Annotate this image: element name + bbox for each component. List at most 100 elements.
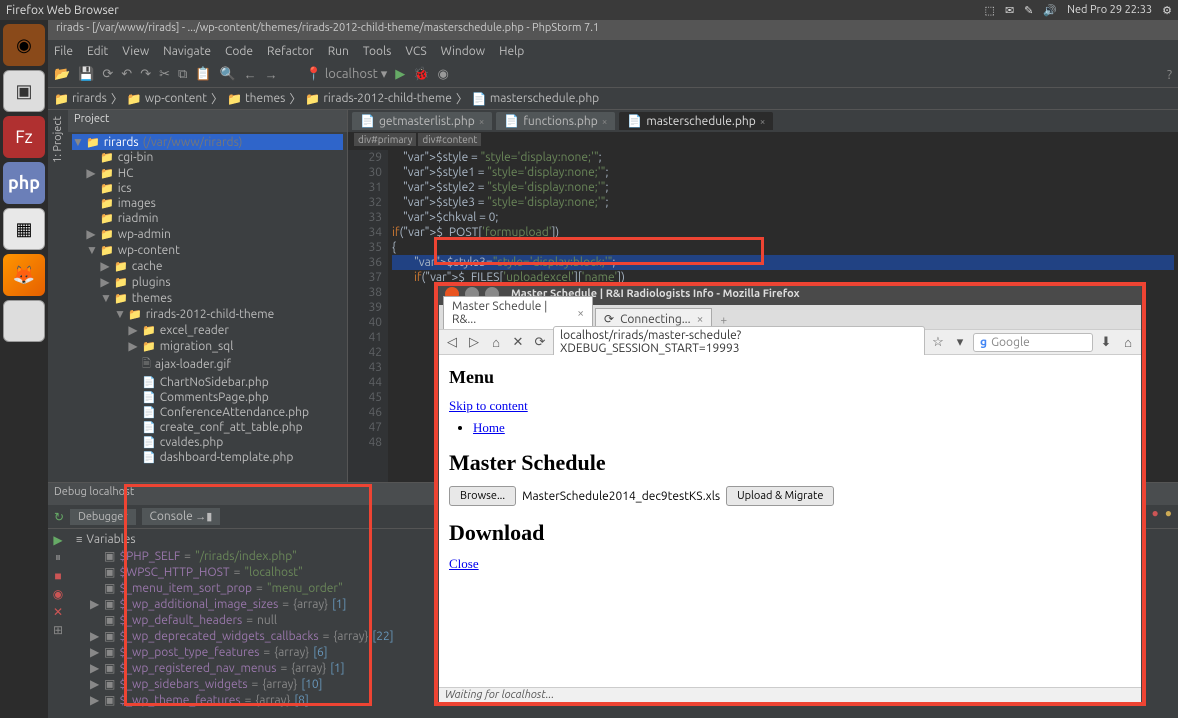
editor-tabs: 📄getmasterlist.php×📄functions.php×📄maste… [348,110,1178,132]
editor-tab[interactable]: 📄getmasterlist.php× [352,112,492,130]
project-tool-tab[interactable]: 1: Project [48,110,68,482]
project-tree[interactable]: ▼📁rirards (/var/www/rirards)📁cgi-bin▶📁HC… [68,132,347,482]
back-icon[interactable]: ← [244,67,257,82]
menu-window[interactable]: Window [441,45,485,58]
editor-tab[interactable]: 📄functions.php× [496,112,615,130]
menu-run[interactable]: Run [328,45,349,58]
tree-item[interactable]: ▼📁themes [72,290,343,306]
menu-refactor[interactable]: Refactor [267,45,314,58]
filezilla-icon[interactable]: Fz [3,116,45,158]
debug-sidebar: ▶ ⏸ ■ ◉ ✕ ⊞ [48,529,68,718]
menu-file[interactable]: File [54,45,73,58]
menu-navigate[interactable]: Navigate [163,45,211,58]
files-icon[interactable]: ▦ [3,208,45,250]
tree-item[interactable]: 📄ConferenceAttendance.php [72,405,343,420]
phpstorm-icon[interactable]: php [3,162,45,204]
firefox-icon[interactable]: 🦊 [3,254,45,296]
breakpoint-icon[interactable]: ● [1152,506,1159,527]
unity-launcher: ◉ ▣ Fz php ▦ 🦊 [0,20,48,718]
crumb[interactable]: 📁themes [227,92,285,106]
tree-item[interactable]: 📁riadmin [72,211,343,226]
help-icon[interactable]: ? [1167,68,1172,82]
tree-item[interactable]: ▼📁rirards (/var/www/rirards) [72,134,343,150]
ide-breadcrumb: 📁rirards〉 📁wp-content〉 📁themes〉 📁rirads-… [48,88,1178,110]
menu-edit[interactable]: Edit [87,45,108,58]
open-icon[interactable]: 📂 [54,67,70,82]
project-panel: Project ▼📁rirards (/var/www/rirards)📁cgi… [68,110,348,482]
run-icon[interactable]: ▶ [395,67,405,82]
crumb-content[interactable]: div#content [418,133,481,146]
tree-item[interactable]: 🗎ajax-loader.gif [72,354,343,375]
tree-item[interactable]: 📁cgi-bin [72,150,343,165]
cut-icon[interactable]: ✂ [159,67,170,82]
resume-icon[interactable]: ▶ [53,533,62,547]
highlight-box [434,282,1146,706]
menu-code[interactable]: Code [225,45,253,58]
tree-item[interactable]: 📄dashboard-template.php [72,450,343,465]
redo-icon[interactable]: ↷ [140,67,151,82]
tree-item[interactable]: 📄cvaldes.php [72,435,343,450]
app-icon[interactable] [3,300,45,342]
dropbox-icon[interactable]: ⬚ [985,4,995,17]
crumb-primary[interactable]: div#primary [354,133,416,146]
mail-icon[interactable]: ✉ [1005,4,1014,17]
crumb[interactable]: 📁wp-content [127,92,207,106]
tree-item[interactable]: ▶📁excel_reader [72,322,343,338]
tree-item[interactable]: ▶📁cache [72,258,343,274]
menu-vcs[interactable]: VCS [405,45,426,58]
menu-tools[interactable]: Tools [363,45,392,58]
gear-icon[interactable]: ⚙ [1162,4,1172,17]
copy-icon[interactable]: ⧉ [178,67,187,82]
tree-item[interactable]: ▶📁migration_sql [72,338,343,354]
undo-icon[interactable]: ↶ [121,67,132,82]
debug-icon[interactable]: 🐞 [413,67,429,82]
tree-item[interactable]: 📁ics [72,181,343,196]
rerun-icon[interactable]: ↻ [54,510,64,524]
stop-icon[interactable]: ◉ [437,67,448,82]
project-header: Project [68,110,347,132]
terminal-icon[interactable]: ▣ [3,70,45,112]
tree-item[interactable]: ▶📁plugins [72,274,343,290]
line-gutter: 2930313233343536373839404142434445464748 [348,150,388,482]
tree-item[interactable]: 📁images [72,196,343,211]
tree-item[interactable]: ▶📁wp-admin [72,226,343,242]
paste-icon[interactable]: 📋 [195,67,211,82]
sound-icon[interactable]: 🔊 [1043,4,1057,17]
bluetooth-icon[interactable]: ✎ [1024,4,1033,17]
mute-bp-icon[interactable]: ● [1165,506,1172,527]
active-window-title: Firefox Web Browser [6,4,985,17]
save-icon[interactable]: 💾 [78,67,94,82]
sync-icon[interactable]: ⟳ [102,67,113,82]
pause-icon[interactable]: ⏸ [55,551,61,565]
tree-item[interactable]: ▶📁HC [72,165,343,181]
clock[interactable]: Ned Pro 29 22:33 [1067,4,1152,16]
tree-item[interactable]: 📄CommentsPage.php [72,390,343,405]
ide-titlebar: rirads - [/var/www/rirads] - .../wp-cont… [48,20,1178,40]
editor-breadcrumb: div#primarydiv#content [348,132,1178,150]
forward-icon[interactable]: → [265,67,278,82]
gnome-top-bar: Firefox Web Browser ⬚ ✉ ✎ 🔊 Ned Pro 29 2… [0,0,1178,20]
stop-icon[interactable]: ■ [54,569,61,583]
tree-item[interactable]: 📄create_conf_att_table.php [72,420,343,435]
menu-help[interactable]: Help [499,45,524,58]
skull-icon[interactable]: ✕ [53,605,63,619]
tree-item[interactable]: 📄ChartNoSidebar.php [72,375,343,390]
find-icon[interactable]: 🔍 [219,67,235,82]
view-bp-icon[interactable]: ◉ [53,587,63,601]
menu-view[interactable]: View [122,45,149,58]
close-tab-icon[interactable]: × [760,116,766,127]
ide-menubar: File Edit View Navigate Code Refactor Ru… [48,40,1178,62]
highlight-box [434,237,764,265]
ubuntu-dash-icon[interactable]: ◉ [3,24,45,66]
tree-item[interactable]: ▼📁rirads-2012-child-theme [72,306,343,322]
crumb[interactable]: 📄masterschedule.php [472,92,599,106]
crumb[interactable]: 📁rirads-2012-child-theme [305,92,452,106]
layout-icon[interactable]: ⊞ [53,623,63,637]
run-config[interactable]: 📍 localhost ▾ [306,67,388,82]
tree-item[interactable]: ▼📁wp-content [72,242,343,258]
ide-toolbar: 📂 💾 ⟳ ↶ ↷ ✂ ⧉ 📋 🔍 ← → 📍 localhost ▾ ▶ 🐞 … [48,62,1178,88]
close-tab-icon[interactable]: × [479,116,485,127]
crumb[interactable]: 📁rirards [54,92,107,106]
editor-tab[interactable]: 📄masterschedule.php× [619,112,773,130]
close-tab-icon[interactable]: × [602,116,608,127]
